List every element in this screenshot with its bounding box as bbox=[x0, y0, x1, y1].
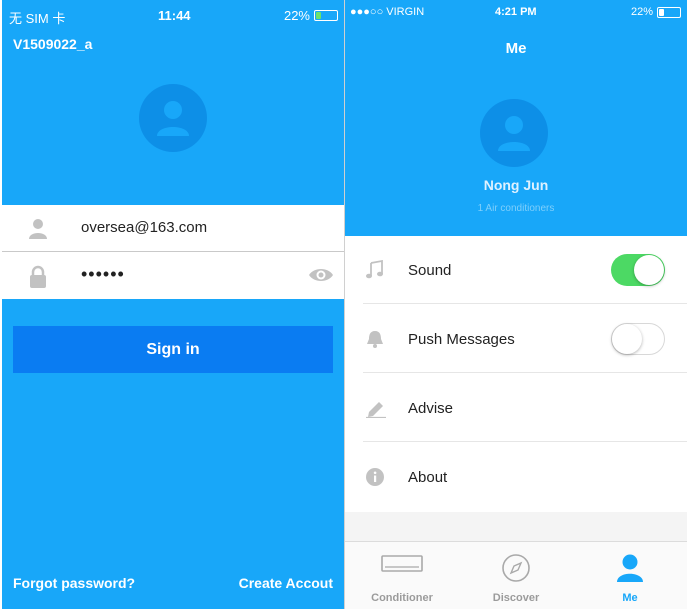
air-conditioner-icon bbox=[345, 553, 459, 577]
pencil-icon bbox=[365, 398, 387, 423]
push-messages-toggle[interactable] bbox=[611, 323, 665, 355]
bell-icon bbox=[365, 329, 385, 354]
menu-item-push-messages[interactable]: Push Messages bbox=[345, 305, 687, 373]
settings-menu: Sound Push Messages Advise About bbox=[345, 236, 687, 512]
avatar bbox=[139, 84, 207, 152]
person-icon bbox=[157, 101, 189, 136]
tab-discover[interactable]: Discover bbox=[459, 542, 573, 609]
eye-icon[interactable] bbox=[308, 267, 334, 288]
compass-icon bbox=[459, 553, 573, 583]
person-icon bbox=[498, 116, 530, 151]
tab-me[interactable]: Me bbox=[573, 542, 687, 609]
carrier-label: 无 SIM 卡 bbox=[9, 11, 66, 26]
carrier-label: ●●●○○ VIRGIN bbox=[350, 6, 425, 18]
tab-label: Discover bbox=[492, 592, 540, 604]
lock-icon bbox=[28, 265, 48, 294]
profile-header: ●●●○○ VIRGIN 4:21 PM 22% Me Nong Jun 1 A… bbox=[345, 0, 687, 236]
clock: 4:21 PM bbox=[495, 6, 537, 18]
info-icon bbox=[365, 467, 385, 492]
login-screen: 无 SIM 卡 11:44 22% V1509022_a oversea@163… bbox=[2, 0, 344, 609]
status-bar: 无 SIM 卡 11:44 22% bbox=[2, 6, 344, 26]
menu-label: Advise bbox=[408, 400, 454, 417]
menu-item-advise[interactable]: Advise bbox=[345, 374, 687, 442]
menu-item-sound[interactable]: Sound bbox=[345, 236, 687, 304]
device-title: V1509022_a bbox=[13, 36, 93, 52]
username: Nong Jun bbox=[483, 177, 549, 193]
clock: 11:44 bbox=[158, 8, 191, 23]
person-icon bbox=[573, 553, 687, 583]
forgot-password-link[interactable]: Forgot password? bbox=[13, 575, 135, 591]
page-title: Me bbox=[505, 40, 527, 57]
menu-label: About bbox=[408, 469, 448, 486]
tab-conditioner[interactable]: Conditioner bbox=[345, 542, 459, 609]
login-form: oversea@163.com •••••• bbox=[2, 205, 344, 299]
menu-label: Push Messages bbox=[408, 331, 515, 348]
sign-in-button[interactable]: Sign in bbox=[13, 326, 333, 373]
email-field[interactable]: oversea@163.com bbox=[2, 205, 344, 252]
avatar[interactable] bbox=[480, 99, 548, 167]
tab-bar: Conditioner Discover Me bbox=[345, 541, 687, 609]
menu-item-about[interactable]: About bbox=[345, 443, 687, 511]
menu-label: Sound bbox=[408, 262, 452, 279]
battery-icon bbox=[314, 10, 338, 21]
tab-label: Conditioner bbox=[371, 592, 433, 604]
sound-toggle[interactable] bbox=[611, 254, 665, 286]
music-note-icon bbox=[365, 259, 385, 285]
create-account-link[interactable]: Create Accout bbox=[239, 575, 333, 591]
battery-icon bbox=[657, 6, 681, 18]
me-screen: ●●●○○ VIRGIN 4:21 PM 22% Me Nong Jun 1 A… bbox=[345, 0, 687, 609]
email-value: oversea@163.com bbox=[81, 219, 208, 236]
password-field[interactable]: •••••• bbox=[2, 252, 344, 298]
user-icon bbox=[28, 218, 48, 245]
battery-percent: 22% bbox=[283, 8, 310, 23]
device-count: 1 Air conditioners bbox=[477, 203, 555, 214]
tab-label: Me bbox=[622, 592, 638, 604]
status-bar: ●●●○○ VIRGIN 4:21 PM 22% bbox=[345, 4, 687, 20]
password-value: •••••• bbox=[81, 264, 125, 284]
battery-percent: 22% bbox=[630, 6, 653, 18]
